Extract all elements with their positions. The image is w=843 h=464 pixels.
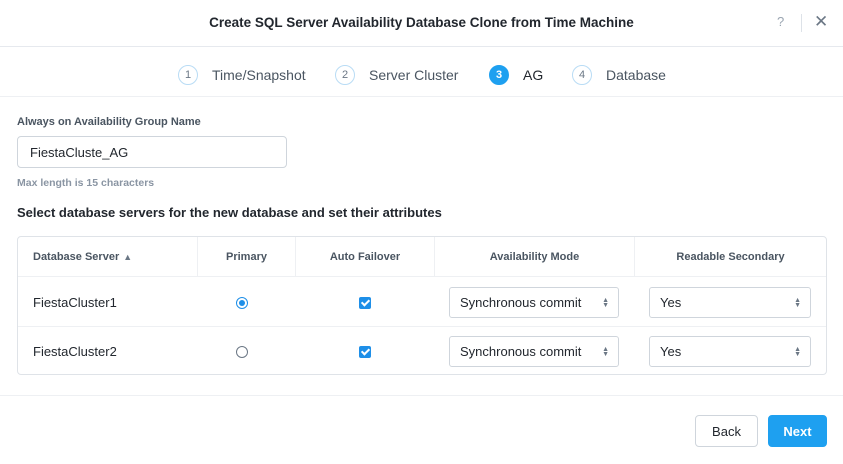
dialog-header: Create SQL Server Availability Database … — [0, 0, 843, 47]
select-value: Yes — [660, 344, 682, 359]
select-value: Yes — [660, 295, 682, 310]
readable-secondary-cell: Yes ▲ ▼ — [649, 327, 811, 376]
availability-mode-select[interactable]: Synchronous commit ▲ ▼ — [449, 336, 619, 367]
server-cell: FiestaCluster1 — [33, 278, 193, 327]
server-name: FiestaCluster2 — [33, 344, 117, 359]
header-auto-failover: Auto Failover — [329, 251, 401, 263]
help-icon[interactable]: ? — [777, 14, 784, 29]
header-primary: Primary — [226, 251, 267, 263]
step-server-cluster[interactable]: 2 Server Cluster — [335, 65, 458, 85]
database-servers-table: Database Server ▲ Primary Auto Failover … — [17, 236, 827, 375]
auto-failover-checkbox[interactable] — [359, 345, 371, 358]
primary-cell — [236, 327, 248, 376]
chevron-updown-icon: ▲ ▼ — [602, 345, 609, 358]
primary-radio[interactable] — [236, 345, 248, 358]
availability-mode-cell: Synchronous commit ▲ ▼ — [449, 278, 619, 327]
table-row: FiestaCluster2 Synchronous commit ▲ ▼ Yes… — [18, 327, 826, 376]
readable-secondary-cell: Yes ▲ ▼ — [649, 278, 811, 327]
header-database-server[interactable]: Database Server ▲ — [33, 237, 198, 277]
step-ag[interactable]: 3 AG — [489, 65, 543, 85]
auto-failover-checkbox[interactable] — [359, 296, 371, 309]
select-value: Synchronous commit — [460, 295, 582, 310]
server-cell: FiestaCluster2 — [33, 327, 193, 376]
auto-failover-cell — [359, 327, 371, 376]
readable-secondary-select[interactable]: Yes ▲ ▼ — [649, 336, 811, 367]
dialog-footer: Back Next — [0, 395, 843, 464]
ag-name-input[interactable] — [17, 136, 287, 168]
auto-failover-cell — [359, 278, 371, 327]
step-label: Server Cluster — [369, 67, 459, 83]
step-number: 2 — [335, 65, 355, 85]
header-divider — [801, 14, 802, 32]
server-name: FiestaCluster1 — [33, 295, 117, 310]
availability-mode-cell: Synchronous commit ▲ ▼ — [449, 327, 619, 376]
next-button[interactable]: Next — [768, 415, 827, 447]
table-row: FiestaCluster1 Synchronous commit ▲ ▼ Yes… — [18, 278, 826, 327]
chevron-updown-icon: ▲ ▼ — [794, 296, 801, 309]
step-time-snapshot[interactable]: 1 Time/Snapshot — [178, 65, 306, 85]
dialog-title: Create SQL Server Availability Database … — [209, 15, 634, 30]
step-label: Time/Snapshot — [212, 67, 306, 83]
servers-section-title: Select database servers for the new data… — [17, 205, 442, 220]
step-number: 4 — [572, 65, 592, 85]
step-number: 3 — [489, 65, 509, 85]
readable-secondary-select[interactable]: Yes ▲ ▼ — [649, 287, 811, 318]
availability-mode-select[interactable]: Synchronous commit ▲ ▼ — [449, 287, 619, 318]
chevron-updown-icon: ▲ ▼ — [794, 345, 801, 358]
sort-icon[interactable]: ▲ — [123, 252, 132, 262]
close-icon[interactable]: ✕ — [814, 12, 828, 32]
step-database[interactable]: 4 Database — [572, 65, 666, 85]
ag-name-label: Always on Availability Group Name — [17, 116, 201, 128]
step-label: AG — [523, 67, 544, 83]
table-header: Database Server ▲ Primary Auto Failover … — [18, 237, 826, 277]
ag-name-hint: Max length is 15 characters — [17, 177, 155, 189]
header-readable-secondary: Readable Secondary — [676, 251, 785, 263]
chevron-updown-icon: ▲ ▼ — [602, 296, 609, 309]
header-availability-mode: Availability Mode — [489, 251, 580, 263]
select-value: Synchronous commit — [460, 344, 582, 359]
wizard-steps: 1 Time/Snapshot 2 Server Cluster 3 AG 4 … — [0, 48, 843, 97]
primary-radio[interactable] — [236, 296, 248, 309]
step-label: Database — [606, 67, 666, 83]
header-label: Database Server — [33, 251, 120, 263]
back-button[interactable]: Back — [695, 415, 758, 447]
step-number: 1 — [178, 65, 198, 85]
primary-cell — [236, 278, 248, 327]
